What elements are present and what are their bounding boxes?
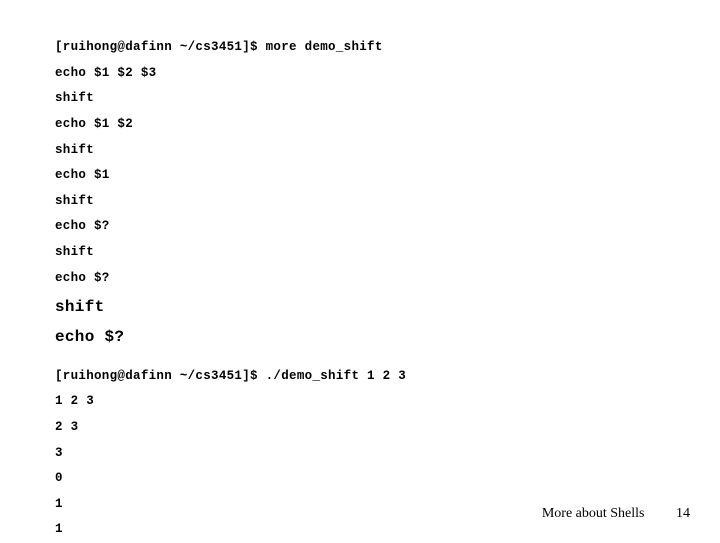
output-line: 3: [55, 441, 665, 467]
code-line: echo $1 $2 $3: [55, 61, 665, 87]
code-line: shift: [55, 86, 665, 112]
code-block-1: [ruihong@dafinn ~/cs3451]$ more demo_shi…: [55, 35, 665, 352]
terminal-prompt-line: [ruihong@dafinn ~/cs3451]$ more demo_shi…: [55, 35, 665, 61]
output-line: 2 3: [55, 415, 665, 441]
code-line-emphasis: shift: [55, 294, 665, 321]
code-line: shift: [55, 138, 665, 164]
code-line: echo $1 $2: [55, 112, 665, 138]
code-line: shift: [55, 240, 665, 266]
code-line-emphasis: echo $?: [55, 324, 665, 351]
section-spacer: [55, 352, 665, 364]
code-line: echo $?: [55, 266, 665, 292]
footer-title: More about Shells: [542, 506, 645, 521]
output-line: 0: [55, 466, 665, 492]
code-line: shift: [55, 189, 665, 215]
terminal-prompt-line: [ruihong@dafinn ~/cs3451]$ ./demo_shift …: [55, 364, 665, 390]
page-number: 14: [676, 506, 690, 522]
output-line: 1 2 3: [55, 389, 665, 415]
code-line: echo $1: [55, 163, 665, 189]
slide-footer: More about Shells 14: [542, 506, 690, 522]
code-line: echo $?: [55, 214, 665, 240]
